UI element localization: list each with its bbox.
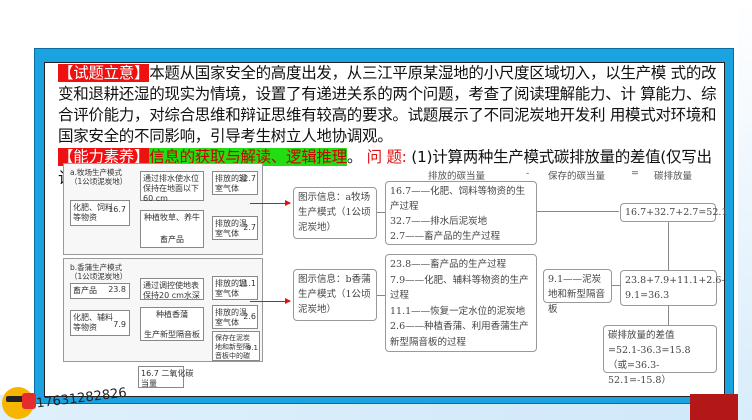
question-label: 问 题:: [366, 148, 407, 166]
b-stored: 保存在泥炭 地和新型隔 音板中的碳 9.1: [212, 331, 260, 361]
header-equals: =: [631, 168, 639, 179]
arrow-b: [250, 298, 291, 304]
b-step-plant: 种植香蒲 生产新型隔音板: [140, 307, 204, 341]
connector: [668, 306, 669, 325]
connector: [612, 285, 620, 286]
a-info-box: 图示信息：a牧场生产模式（1公顷泥炭地）: [293, 187, 377, 239]
a-list-box: 16.7——化肥、饲料等物资的生产过程 32.7——排水后泥炭地 2.7——畜产…: [385, 181, 537, 245]
header-emitted: 排放的碳当量: [428, 171, 486, 182]
b-calc-box: 23.8+7.9+11.1+2.6-9.1=36.3: [620, 270, 725, 306]
figure-legend: 16.7 二氧化碳 当量: [138, 366, 193, 388]
b-input-2: 化肥、辅料 等物资 7.9: [70, 310, 130, 336]
mode-b-title: b.香蒲生产模式 （1公顷泥炭地）: [70, 263, 128, 281]
a-emission-2: 排放的温 室气体 2.7: [212, 216, 258, 240]
right-strip: [738, 0, 752, 420]
arrow-a: [250, 200, 291, 206]
b-emission-1: 排放的温 室气体 11.1: [212, 276, 258, 300]
header-stored: 保存的碳当量: [548, 171, 606, 182]
a-calc-box: 16.7+32.7+2.7=52.1: [620, 203, 727, 222]
connector: [377, 295, 385, 296]
connector: [537, 211, 619, 212]
b-info-box: 图示信息：b香蒲生产模式（1公顷泥炭地）: [293, 269, 377, 321]
intent-tag: 【试题立意】: [58, 64, 150, 82]
difference-box: 碳排放量的差值 =52.1-36.3=15.8 （或=36.3-52.1=-15…: [603, 325, 717, 386]
decorative-image: [690, 394, 738, 420]
b-step-water: 通过调控使地表 保持20 cm水深: [140, 278, 204, 300]
a-step-graze: 种植牧草、养牛 畜产品: [140, 210, 204, 248]
intent-text: 本题从国家安全的高度出发，从三江平原某湿地的小尺度区域切入，以生产模 式的改变和…: [58, 64, 717, 145]
header-emission: 碳排放量: [654, 171, 693, 182]
b-input-1: 畜产品 23.8: [70, 283, 130, 299]
b-list-box: 23.8——畜产品的生产过程 7.9——化肥、辅料等物资的生产过程 11.1——…: [385, 254, 537, 352]
b-store-box: 9.1——泥炭地和新型隔音板: [543, 269, 612, 315]
b-emission-2: 排放的温 室气体 2.6: [212, 305, 258, 329]
connector: [668, 222, 669, 271]
mode-a-title: a.牧场生产模式 （1公顷泥炭地）: [70, 168, 128, 186]
connector: [377, 212, 385, 213]
a-input-box: 化肥、饲料 等物资 16.7: [70, 200, 130, 226]
a-step-drain: 通过排水使水位 保持在地面以下 60 cm: [140, 171, 204, 203]
period: 。: [346, 148, 363, 166]
a-emission-1: 排放的温 室气体 32.7: [212, 171, 258, 195]
megaphone-icon: [22, 393, 36, 409]
header-minus: -: [526, 168, 530, 179]
